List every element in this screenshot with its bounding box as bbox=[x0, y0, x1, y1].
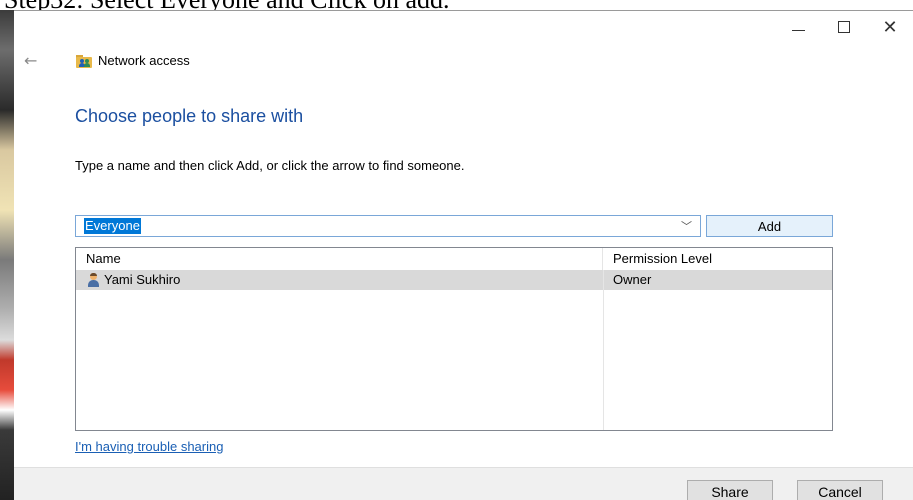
back-arrow-icon[interactable]: ← bbox=[24, 51, 37, 70]
add-button[interactable]: Add bbox=[706, 215, 833, 237]
maximize-button[interactable] bbox=[821, 11, 867, 43]
minimize-icon bbox=[791, 29, 805, 31]
cancel-button[interactable]: Cancel bbox=[797, 480, 883, 500]
share-button[interactable]: Share bbox=[687, 480, 773, 500]
window-controls: ✕ bbox=[775, 11, 913, 43]
trouble-sharing-link[interactable]: I'm having trouble sharing bbox=[75, 439, 223, 454]
row-permission-cell[interactable]: Owner bbox=[603, 270, 832, 290]
list-row[interactable]: Yami Sukhiro Owner bbox=[76, 270, 832, 290]
chevron-down-icon[interactable]: ﹀ bbox=[681, 218, 692, 234]
close-icon: ✕ bbox=[882, 16, 898, 38]
share-dialog-window: ✕ ← Network access Choose people to shar… bbox=[14, 10, 913, 500]
user-icon bbox=[86, 273, 100, 287]
list-header: Name Permission Level bbox=[76, 248, 832, 270]
permissions-list[interactable]: Name Permission Level Yami Sukhiro Owner bbox=[75, 247, 833, 431]
nav-title-label: Network access bbox=[98, 53, 190, 68]
minimize-button[interactable] bbox=[775, 11, 821, 43]
column-header-permission[interactable]: Permission Level bbox=[603, 248, 832, 270]
nav-title: Network access bbox=[76, 53, 190, 68]
user-combobox[interactable]: Everyone ﹀ bbox=[75, 215, 701, 237]
column-header-name[interactable]: Name bbox=[76, 248, 603, 270]
page-heading: Choose people to share with bbox=[75, 106, 304, 126]
dialog-footer: Share Cancel bbox=[14, 467, 913, 500]
close-button[interactable]: ✕ bbox=[867, 11, 913, 43]
instruction-text: Type a name and then click Add, or click… bbox=[75, 158, 465, 173]
maximize-icon bbox=[838, 21, 850, 33]
desktop-backdrop bbox=[0, 10, 14, 500]
combo-selected-value[interactable]: Everyone bbox=[84, 218, 141, 234]
network-folder-icon bbox=[76, 54, 92, 68]
column-divider bbox=[603, 270, 604, 430]
row-name-cell: Yami Sukhiro bbox=[76, 270, 603, 290]
row-name-label: Yami Sukhiro bbox=[104, 272, 181, 287]
